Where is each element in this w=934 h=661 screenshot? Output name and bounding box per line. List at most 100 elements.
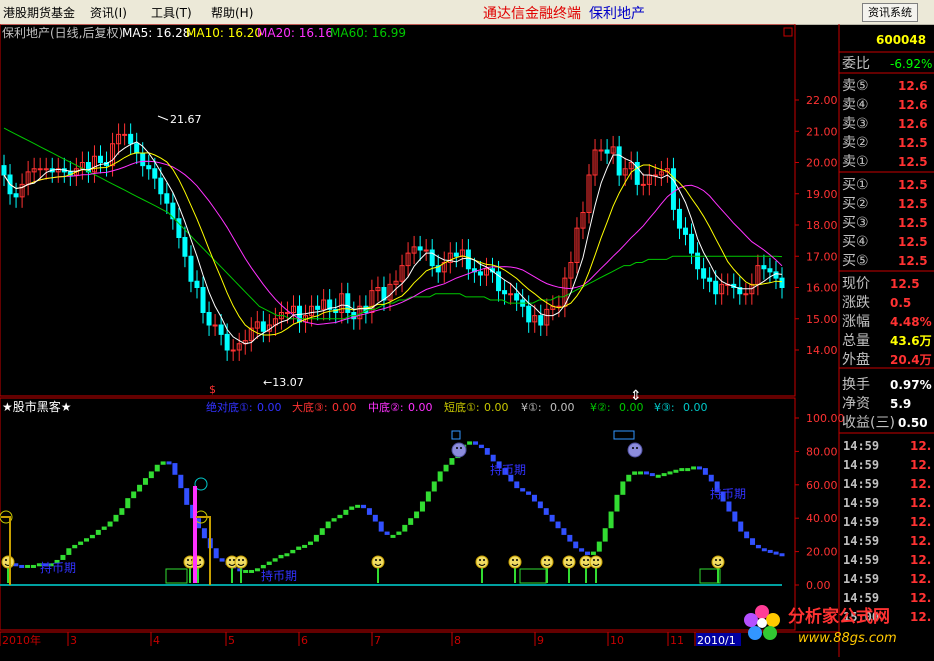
stat-label: 现价 xyxy=(842,276,870,292)
tick-price: 12. xyxy=(910,515,931,529)
candle-body xyxy=(140,152,146,167)
app-title: 通达信金融终端 xyxy=(483,6,581,22)
candle-body xyxy=(761,265,767,270)
menu-info[interactable]: 资讯(I) xyxy=(90,4,127,21)
candle-body xyxy=(598,149,604,152)
indicator-bar xyxy=(767,549,773,553)
indicator-bar xyxy=(437,471,443,482)
indicator-bar xyxy=(414,511,420,519)
candle-body xyxy=(767,268,773,273)
price-tick-label: 14.00 xyxy=(806,344,838,357)
info-system-button[interactable]: 资讯系统 xyxy=(862,3,918,22)
indicator-bar xyxy=(408,518,414,525)
indicator-bar xyxy=(573,541,579,549)
ask-label: 卖⑤ xyxy=(842,78,869,94)
indicator-bar xyxy=(178,474,184,489)
indicator-bar xyxy=(378,521,384,532)
low-price-label: ←13.07 xyxy=(263,376,304,389)
candle-body xyxy=(13,193,19,198)
indicator-bar xyxy=(396,531,402,535)
indicator-bar xyxy=(402,524,408,532)
indicator-bar xyxy=(732,511,738,522)
indicator-bar xyxy=(166,461,172,465)
time-label: 11 xyxy=(670,634,684,647)
candle-body xyxy=(37,168,43,171)
menu-hk-futures[interactable]: 港股期货基金 xyxy=(3,4,75,21)
indicator-bar xyxy=(107,521,113,527)
candle-body xyxy=(429,249,435,267)
indicator-bar xyxy=(579,548,585,552)
indicator-bar xyxy=(66,548,72,555)
candle-body xyxy=(206,312,212,326)
time-label: 10 xyxy=(610,634,624,647)
candle-body xyxy=(43,168,49,171)
indicator-value: 0.00 xyxy=(332,401,357,414)
indicator-bar xyxy=(366,508,372,515)
candles xyxy=(1,123,785,361)
tick-time: 14:59 xyxy=(843,534,879,548)
indicator-value: 0.00 xyxy=(550,401,575,414)
indicator-bar xyxy=(290,549,296,554)
price-tick-label: 17.00 xyxy=(806,250,838,263)
indicator-bar xyxy=(201,528,207,539)
menu-tools[interactable]: 工具(T) xyxy=(151,4,192,21)
indicator-value-label: 绝对底①: xyxy=(206,400,253,414)
indicator-bar xyxy=(473,441,479,445)
candle-body xyxy=(122,133,128,136)
indicator-bar xyxy=(343,509,349,515)
price-annotations: 21.67 ←13.07 $ ⇕ xyxy=(157,113,642,404)
indicator-bar xyxy=(260,564,266,569)
bid-price: 12.5 xyxy=(898,197,928,211)
indicator-bar xyxy=(738,521,744,532)
indicator-bar xyxy=(331,518,337,522)
candle-body xyxy=(453,252,459,257)
tick-time: 14:59 xyxy=(843,496,879,510)
top-marker-icon xyxy=(451,430,461,440)
bid-label: 买① xyxy=(842,177,869,193)
candle-body xyxy=(465,249,471,270)
indicator-bar xyxy=(219,558,225,562)
ask-price: 12.6 xyxy=(898,79,928,93)
indicator-bar xyxy=(761,548,767,552)
menu-help[interactable]: 帮助(H) xyxy=(211,4,253,21)
candle-body xyxy=(128,133,134,145)
indicator-value: 0.00 xyxy=(619,401,644,414)
watermark-logo: 分析家公式网 www.88gs.com xyxy=(740,600,934,657)
candle-body xyxy=(315,305,321,310)
indicator-bar xyxy=(95,529,101,535)
candle-body xyxy=(526,305,532,323)
indicator-bar xyxy=(750,538,756,545)
bid-label: 买④ xyxy=(842,234,869,250)
ask-price: 12.6 xyxy=(898,98,928,112)
ratio-label: 委比 xyxy=(842,56,870,72)
indicator-value: 0.00 xyxy=(683,401,708,414)
indicator-value-label: ¥③: xyxy=(654,401,675,414)
candle-body xyxy=(508,293,514,296)
indicator-value-label: ¥①: xyxy=(521,401,542,414)
tick-price: 12. xyxy=(910,553,931,567)
candle-body xyxy=(1,165,7,176)
ma60-label: MA60: 16.99 xyxy=(330,26,406,40)
smiley-signal-icon xyxy=(508,555,522,583)
window-toggle-icon[interactable] xyxy=(783,27,793,37)
indicator-bar xyxy=(531,494,537,502)
candle-body xyxy=(604,149,610,154)
indicator-bar xyxy=(302,544,308,548)
indicator-bar xyxy=(661,473,667,477)
indicator-bar xyxy=(319,528,325,535)
price-tick-label: 18.00 xyxy=(806,219,838,232)
indicator-bar xyxy=(691,466,697,470)
hold-cash-label-1: 持币期 xyxy=(40,560,76,575)
candle-body xyxy=(713,280,719,295)
candle-body xyxy=(477,271,483,276)
indicator-bar xyxy=(626,474,632,482)
ma-lines xyxy=(3,127,783,345)
indicator-bar xyxy=(602,528,608,542)
indicator-bar xyxy=(19,564,25,568)
candle-body xyxy=(188,255,194,282)
time-label: 8 xyxy=(454,634,461,647)
quote-panel: 600048 委比 -6.92% 卖⑤ 12.6 卖④ 12.6 卖③ 12.6 卖② 12.5 卖①… xyxy=(839,33,934,624)
indicator-bar xyxy=(25,564,31,568)
indicator-bar xyxy=(361,504,367,509)
price-tick-label: 22.00 xyxy=(806,94,838,107)
